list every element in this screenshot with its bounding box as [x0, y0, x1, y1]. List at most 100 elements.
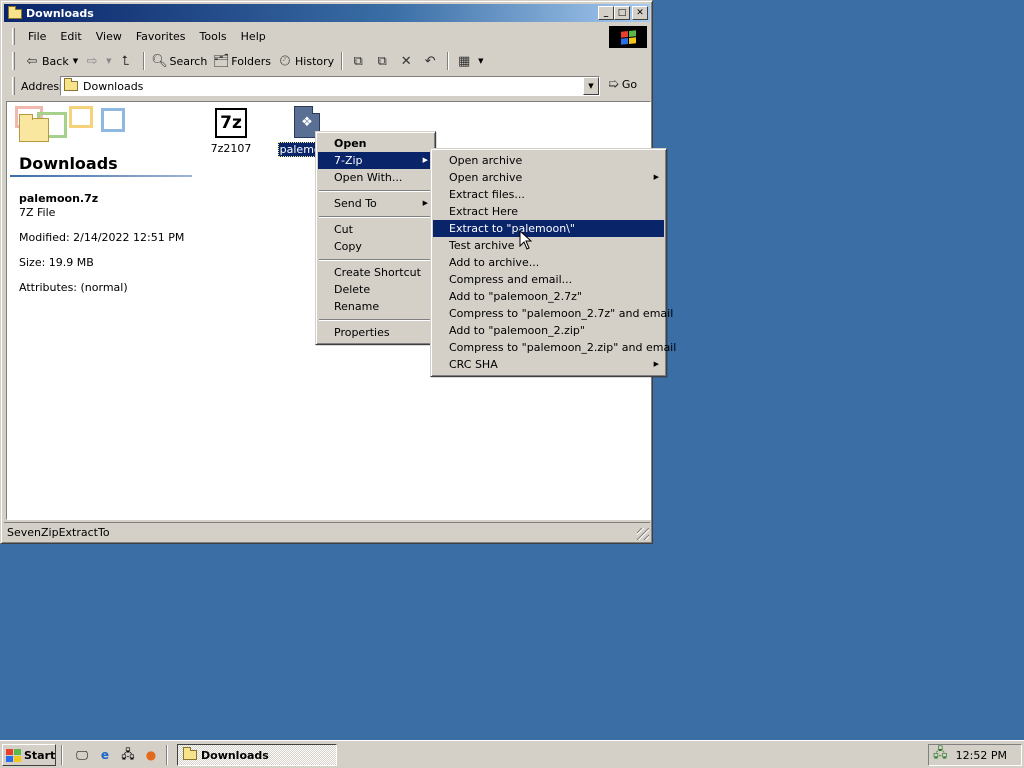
maximize-icon: □: [617, 7, 627, 18]
menu-view[interactable]: View: [90, 30, 128, 43]
menu-item-extract-to[interactable]: Extract to "palemoon\": [433, 220, 664, 237]
file-item-7z2107[interactable]: 7z 7z2107: [201, 108, 261, 155]
maximize-button[interactable]: □: [614, 6, 630, 20]
menu-item-compress-and-email[interactable]: Compress and email...: [433, 271, 664, 288]
history-button[interactable]: 🕘︎ History: [274, 50, 337, 72]
large-folder-icon: [19, 114, 49, 142]
title-divider: [10, 175, 192, 177]
menu-item-extract-here[interactable]: Extract Here: [433, 203, 664, 220]
move-to-button[interactable]: ⧉: [347, 50, 371, 72]
back-button[interactable]: ⇦ Back ▼: [21, 50, 81, 72]
menu-item-delete[interactable]: Delete: [318, 281, 433, 298]
details-file-type: 7Z File: [19, 206, 56, 219]
menu-item-label: Add to archive...: [449, 256, 540, 269]
menu-favorites[interactable]: Favorites: [130, 30, 192, 43]
search-label: Search: [169, 54, 208, 68]
menu-separator: [318, 315, 433, 324]
task-label: Downloads: [201, 748, 269, 762]
resize-grip[interactable]: [637, 528, 649, 540]
address-bar: Address Downloads ▼ ➯ Go: [4, 75, 650, 97]
views-button[interactable]: ▦ ▼: [453, 50, 486, 72]
menu-file[interactable]: File: [22, 30, 52, 43]
tray-network-icon[interactable]: 🖧︎: [933, 744, 948, 766]
up-folder-icon: ⮤: [121, 53, 130, 69]
menu-item-add-to-7z[interactable]: Add to "palemoon_2.7z": [433, 288, 664, 305]
menu-item-properties[interactable]: Properties: [318, 324, 433, 341]
menu-item-copy[interactable]: Copy: [318, 238, 433, 255]
menu-item-label: Compress to "palemoon_2.7z" and email: [449, 307, 674, 320]
details-modified: Modified: 2/14/2022 12:51 PM: [19, 231, 185, 244]
menu-item-test-archive[interactable]: Test archive: [433, 237, 664, 254]
status-text: SevenZipExtractTo: [7, 525, 110, 539]
menu-item-send-to[interactable]: Send To ▶: [318, 195, 433, 212]
menu-item-label: Cut: [334, 223, 353, 236]
menu-item-add-to-archive[interactable]: Add to archive...: [433, 254, 664, 271]
toolbar-separator: [142, 52, 145, 70]
show-desktop-icon[interactable]: 🖵︎: [74, 747, 90, 763]
folder-icon: [64, 78, 78, 91]
toolbar-separator: [447, 52, 450, 70]
address-label: Address: [21, 79, 65, 93]
menu-item-label: Add to "palemoon_2.zip": [449, 324, 585, 337]
minimize-button[interactable]: _: [598, 6, 614, 20]
go-label: Go: [621, 78, 638, 91]
chevron-down-icon[interactable]: ▼: [73, 57, 78, 65]
menu-item-label: Open With...: [334, 171, 403, 184]
up-folder-button[interactable]: ⮤: [115, 50, 139, 72]
folders-label: Folders: [231, 54, 272, 68]
delete-button[interactable]: ✕: [395, 50, 419, 72]
menu-item-open-archive-sub[interactable]: Open archive ▶: [433, 169, 664, 186]
addressbar-grip[interactable]: [12, 77, 15, 95]
menu-item-add-to-zip[interactable]: Add to "palemoon_2.zip": [433, 322, 664, 339]
address-dropdown-button[interactable]: ▼: [583, 77, 599, 95]
start-button[interactable]: Start: [2, 744, 56, 766]
forward-button[interactable]: ⇨ ▼: [81, 50, 114, 72]
menu-item-open-with[interactable]: Open With...: [318, 169, 433, 186]
folder-icon: [183, 747, 197, 760]
network-icon[interactable]: 🖧︎: [120, 747, 136, 763]
taskbar: Start 🖵︎ e 🖧︎ ● Downloads 🖧︎ 12:52 PM: [0, 740, 1024, 768]
menu-edit[interactable]: Edit: [54, 30, 87, 43]
menu-item-label: Open archive: [449, 154, 523, 167]
chevron-down-icon[interactable]: ▼: [106, 57, 111, 65]
folders-button[interactable]: 🗂︎ Folders: [210, 50, 274, 72]
close-button[interactable]: ✕: [632, 6, 648, 20]
address-input[interactable]: Downloads ▼: [60, 76, 600, 96]
menu-item-create-shortcut[interactable]: Create Shortcut: [318, 264, 433, 281]
toolbar-grip[interactable]: [12, 52, 15, 70]
title-bar[interactable]: Downloads _ □ ✕: [4, 4, 650, 22]
close-icon: ✕: [636, 7, 644, 18]
menu-item-crc-sha[interactable]: CRC SHA ▶: [433, 356, 664, 373]
menu-item-7zip[interactable]: 7-Zip ▶: [318, 152, 433, 169]
menu-tools[interactable]: Tools: [194, 30, 233, 43]
details-file-name: palemoon.7z: [19, 192, 99, 205]
menu-item-label: Compress and email...: [449, 273, 573, 286]
menu-item-open[interactable]: Open: [318, 135, 433, 152]
menu-help[interactable]: Help: [235, 30, 272, 43]
search-button[interactable]: 🔍︎ Search: [149, 50, 211, 72]
search-icon: 🔍︎: [151, 53, 168, 69]
minimize-icon: _: [603, 7, 609, 18]
taskbar-button-downloads[interactable]: Downloads: [177, 744, 337, 766]
menu-item-rename[interactable]: Rename: [318, 298, 433, 315]
menu-item-open-archive[interactable]: Open archive: [433, 152, 664, 169]
go-button[interactable]: ➯ Go: [608, 77, 637, 92]
firefox-icon[interactable]: ●: [143, 747, 159, 763]
menu-item-cut[interactable]: Cut: [318, 221, 433, 238]
clock[interactable]: 12:52 PM: [956, 749, 1007, 762]
copy-to-button[interactable]: ⧉: [371, 50, 395, 72]
menubar-grip[interactable]: [12, 28, 15, 45]
menu-item-label: CRC SHA: [449, 358, 498, 371]
chevron-down-icon[interactable]: ▼: [478, 57, 483, 65]
menu-item-compress-7z-email[interactable]: Compress to "palemoon_2.7z" and email: [433, 305, 673, 322]
windows-flag-icon: [620, 29, 636, 45]
internet-explorer-icon[interactable]: e: [97, 747, 113, 763]
copy-to-icon: ⧉: [377, 53, 387, 69]
menu-item-extract-files[interactable]: Extract files...: [433, 186, 664, 203]
undo-button[interactable]: ↶: [419, 50, 443, 72]
menu-item-label: Delete: [334, 283, 371, 296]
menu-item-label: Compress to "palemoon_2.zip" and email: [449, 341, 677, 354]
menu-item-label: Rename: [334, 300, 380, 313]
menu-item-compress-zip-email[interactable]: Compress to "palemoon_2.zip" and email: [433, 339, 676, 356]
views-icon: ▦: [458, 53, 471, 69]
